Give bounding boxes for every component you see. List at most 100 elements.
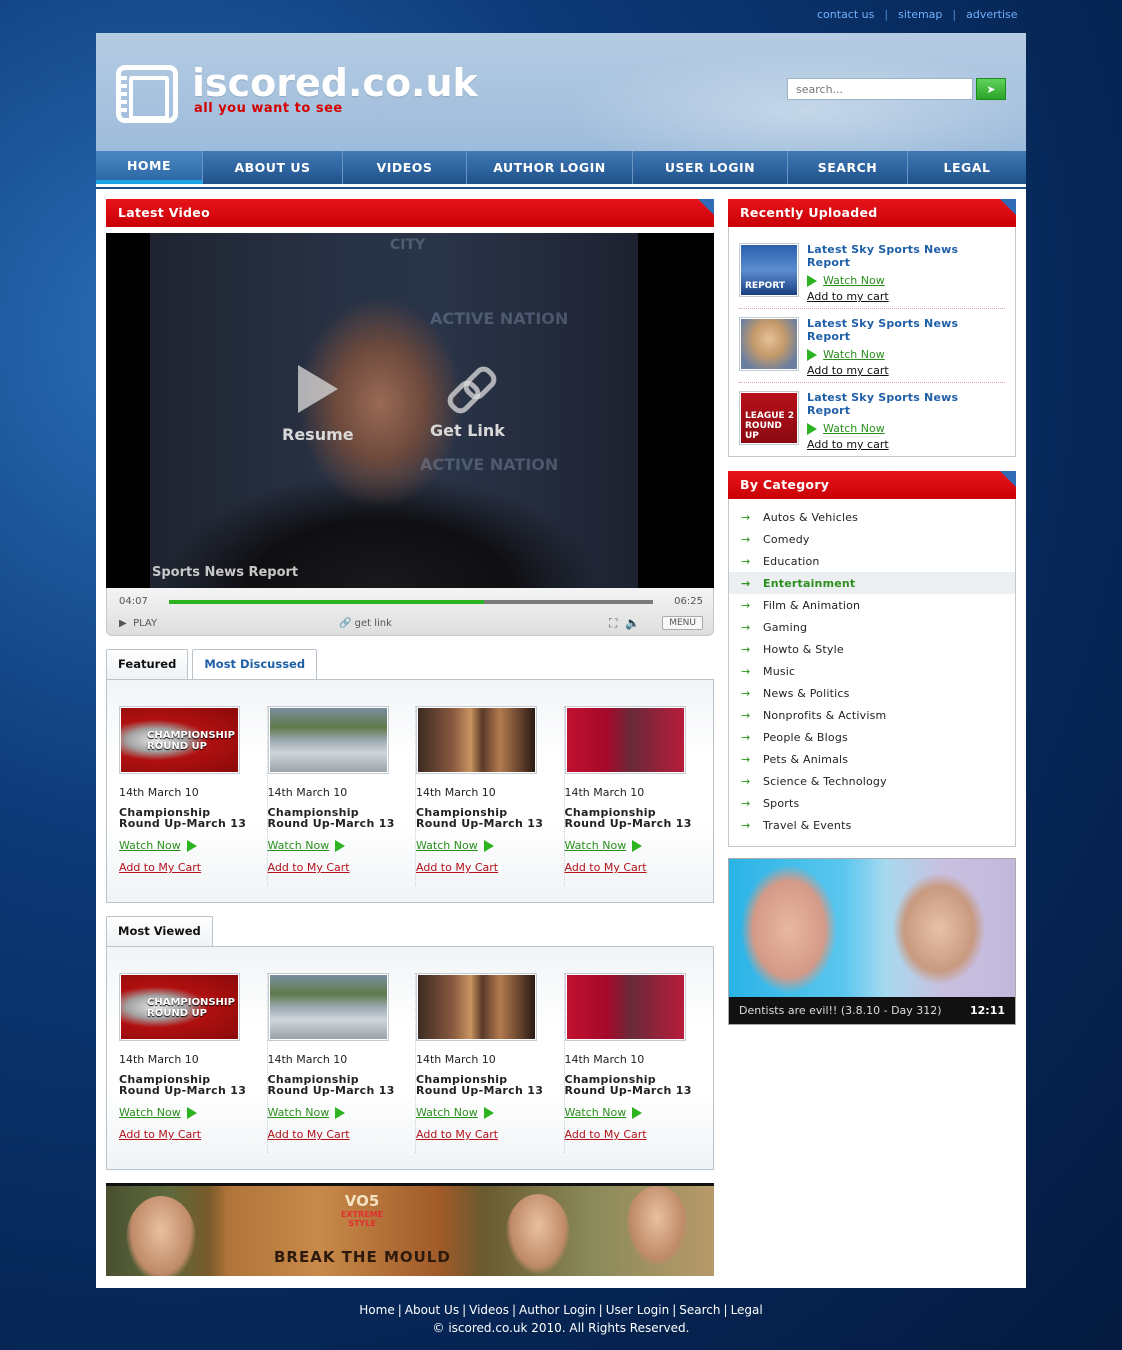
footer-link[interactable]: Search — [679, 1303, 720, 1317]
watch-now-link[interactable]: Watch Now — [807, 422, 1005, 435]
watch-now-link[interactable]: Watch Now — [565, 839, 695, 852]
video-thumbnail[interactable]: LEAGUE 2 ROUND UP — [739, 391, 799, 445]
watch-now-link[interactable]: Watch Now — [268, 1106, 398, 1119]
watch-now-link[interactable]: Watch Now — [119, 839, 249, 852]
video-title-link[interactable]: Latest Sky Sports News Report — [807, 317, 1005, 343]
add-to-cart-link[interactable]: Add to My Cart — [416, 861, 546, 874]
play-control[interactable]: ▶ PLAY — [119, 618, 157, 629]
footer-link[interactable]: Home — [359, 1303, 394, 1317]
menu-button[interactable]: MENU — [662, 616, 703, 630]
video-player[interactable]: CITY ACTIVE NATION ACTIVE NATION Resume … — [106, 233, 714, 588]
volume-icon[interactable]: 🔈 — [625, 616, 640, 630]
video-thumbnail[interactable] — [564, 973, 686, 1041]
get-link-control[interactable]: 🔗 get link — [339, 618, 392, 629]
tab-featured[interactable]: Featured — [106, 649, 189, 679]
category-item[interactable]: → Travel & Events — [729, 814, 1015, 836]
resume-button[interactable]: Resume — [282, 365, 354, 444]
footer-link[interactable]: Author Login — [519, 1303, 596, 1317]
nav-videos[interactable]: VIDEOS — [343, 151, 467, 184]
arrow-right-icon: → — [741, 532, 751, 546]
tab-most-discussed[interactable]: Most Discussed — [192, 649, 318, 679]
promo-video[interactable]: Dentists are evil!! (3.8.10 - Day 312) 1… — [728, 858, 1016, 1025]
watch-now-link[interactable]: Watch Now — [807, 348, 1005, 361]
advert-banner[interactable]: VO5 EXTREME STYLE BREAK THE MOULD — [106, 1183, 714, 1276]
contact-us-link[interactable]: contact us — [817, 8, 874, 21]
video-thumbnail[interactable] — [416, 706, 537, 774]
video-date: 14th March 10 — [416, 1053, 496, 1066]
nav-search[interactable]: SEARCH — [788, 151, 908, 184]
list-item: LEAGUE 2 ROUND UP Latest Sky Sports News… — [739, 383, 1005, 457]
promo-thumbnail[interactable] — [729, 859, 1015, 997]
category-label: People & Blogs — [763, 730, 848, 744]
add-to-cart-link[interactable]: Add to My Cart — [268, 861, 398, 874]
video-thumbnail[interactable]: CHAMPIONSHIP ROUND UP — [119, 973, 240, 1041]
video-thumbnail[interactable]: REPORT — [739, 243, 799, 297]
watch-now-link[interactable]: Watch Now — [119, 1106, 249, 1119]
add-to-cart-link[interactable]: Add to my cart — [807, 438, 1005, 451]
category-item[interactable]: → Education — [729, 550, 1015, 572]
search-input[interactable] — [787, 78, 973, 100]
nav-legal[interactable]: LEGAL — [908, 151, 1026, 184]
footer-link[interactable]: About Us — [405, 1303, 459, 1317]
play-arrow-icon — [483, 1106, 494, 1119]
category-item[interactable]: → Autos & Vehicles — [729, 506, 1015, 528]
watch-now-link[interactable]: Watch Now — [416, 839, 546, 852]
add-to-cart-link[interactable]: Add to My Cart — [416, 1128, 546, 1141]
add-to-cart-link[interactable]: Add to my cart — [807, 364, 1005, 377]
video-thumbnail[interactable] — [564, 706, 686, 774]
video-thumbnail[interactable] — [739, 317, 799, 371]
fullscreen-icon[interactable]: ⛶ — [609, 616, 617, 630]
add-to-cart-link[interactable]: Add to My Cart — [565, 1128, 695, 1141]
add-to-cart-link[interactable]: Add to My Cart — [565, 861, 695, 874]
category-item[interactable]: → Nonprofits & Activism — [729, 704, 1015, 726]
add-to-cart-link[interactable]: Add to my cart — [807, 290, 1005, 303]
nav-about-us[interactable]: ABOUT US — [203, 151, 343, 184]
watch-now-link[interactable]: Watch Now — [416, 1106, 546, 1119]
video-thumbnail[interactable] — [267, 973, 389, 1041]
play-icon — [297, 365, 338, 413]
footer-link[interactable]: Videos — [469, 1303, 509, 1317]
category-item[interactable]: → Sports — [729, 792, 1015, 814]
add-to-cart-link[interactable]: Add to My Cart — [119, 1128, 249, 1141]
category-item[interactable]: → Howto & Style — [729, 638, 1015, 660]
tab-most-viewed[interactable]: Most Viewed — [106, 916, 213, 946]
category-item[interactable]: → People & Blogs — [729, 726, 1015, 748]
get-link-button[interactable]: Get Link — [430, 365, 505, 440]
sitemap-link[interactable]: sitemap — [898, 8, 942, 21]
watch-now-link[interactable]: Watch Now — [565, 1106, 695, 1119]
category-item[interactable]: → Comedy — [729, 528, 1015, 550]
footer-link[interactable]: Legal — [731, 1303, 763, 1317]
footer-link[interactable]: User Login — [606, 1303, 670, 1317]
category-item[interactable]: → Music — [729, 660, 1015, 682]
video-thumbnail[interactable] — [416, 973, 537, 1041]
category-item[interactable]: → Gaming — [729, 616, 1015, 638]
nav-user-login[interactable]: USER LOGIN — [633, 151, 788, 184]
add-to-cart-link[interactable]: Add to My Cart — [268, 1128, 398, 1141]
category-item[interactable]: → Pets & Animals — [729, 748, 1015, 770]
video-title-link[interactable]: Latest Sky Sports News Report — [807, 243, 1005, 269]
promo-title: Dentists are evil!! (3.8.10 - Day 312) — [739, 1004, 942, 1017]
add-to-cart-link[interactable]: Add to My Cart — [119, 861, 249, 874]
category-item[interactable]: → News & Politics — [729, 682, 1015, 704]
search-button[interactable]: ➤ — [976, 78, 1006, 100]
seek-bar[interactable] — [169, 600, 653, 604]
watch-now-link[interactable]: Watch Now — [807, 274, 1005, 287]
play-arrow-icon — [186, 839, 197, 852]
video-thumbnail[interactable]: CHAMPIONSHIP ROUND UP — [119, 706, 240, 774]
play-arrow-icon — [186, 1106, 197, 1119]
arrow-right-icon: → — [741, 510, 751, 524]
watch-now-link[interactable]: Watch Now — [268, 839, 398, 852]
category-item[interactable]: → Entertainment — [729, 572, 1015, 594]
category-item[interactable]: → Science & Technology — [729, 770, 1015, 792]
logo[interactable]: iscored.co.uk all you want to see — [116, 64, 478, 123]
video-card: 14th March 10 Championship Round Up-Marc… — [416, 973, 565, 1153]
nav-home[interactable]: HOME — [96, 151, 203, 184]
category-label: Film & Animation — [763, 598, 861, 612]
video-title-link[interactable]: Latest Sky Sports News Report — [807, 391, 1005, 417]
video-frame: CITY ACTIVE NATION ACTIVE NATION — [150, 233, 638, 588]
video-thumbnail[interactable] — [267, 706, 389, 774]
advertise-link[interactable]: advertise — [966, 8, 1017, 21]
category-item[interactable]: → Film & Animation — [729, 594, 1015, 616]
total-duration: 06:25 — [674, 596, 703, 607]
nav-author-login[interactable]: AUTHOR LOGIN — [467, 151, 633, 184]
